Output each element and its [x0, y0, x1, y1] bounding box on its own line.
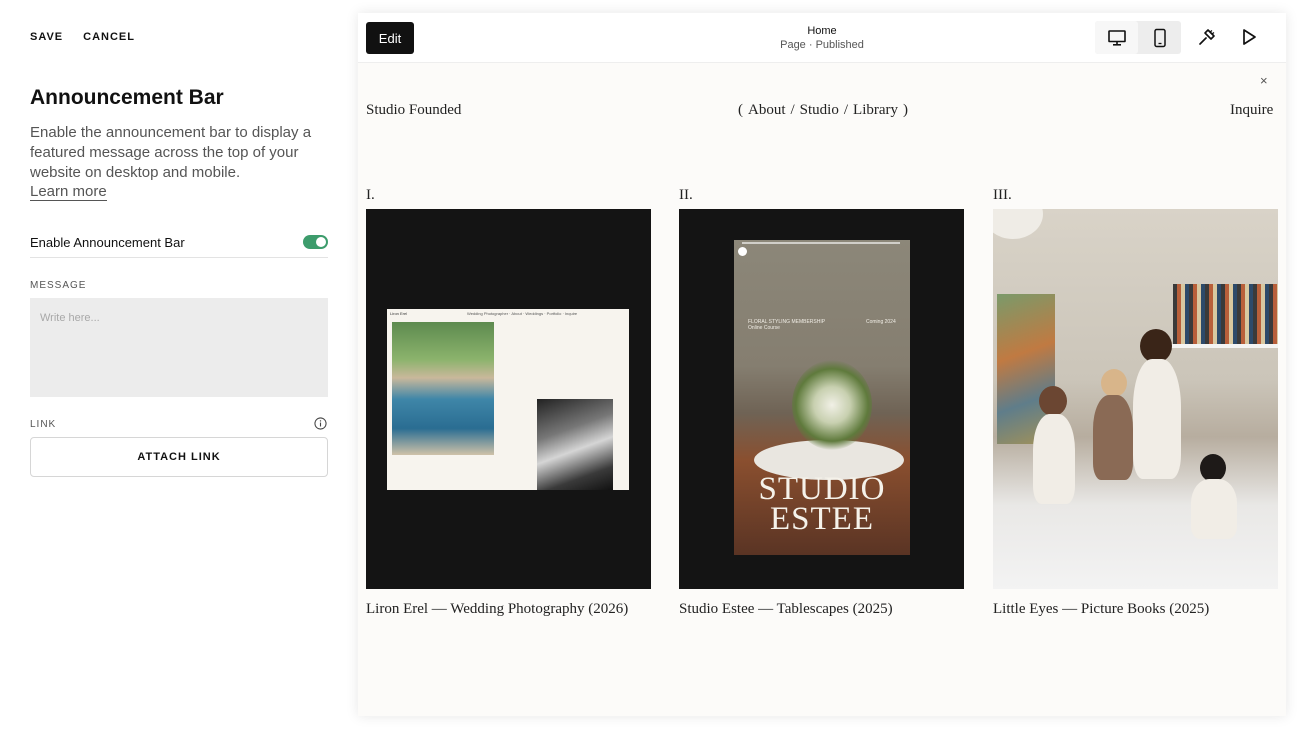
device-view-switch — [1095, 21, 1181, 54]
page-info: Home Page · Published — [722, 24, 922, 52]
nav-separator: / — [790, 102, 795, 118]
card-number: II. — [679, 187, 693, 203]
site-navigation: ( About / Studio / Library ) — [738, 102, 908, 119]
child-head — [1140, 329, 1172, 363]
project-image-2[interactable]: FLORAL STYLING MEMBERSHIP Online Course … — [679, 209, 964, 589]
child-figure — [1033, 414, 1075, 504]
website-screenshot: Liron Erel Wedding Photographer · About … — [387, 309, 629, 490]
image-title: STUDIO ESTEE — [734, 473, 910, 537]
card-number: III. — [993, 187, 1012, 203]
child-head — [1101, 369, 1127, 397]
page-name: Home — [807, 25, 837, 37]
card-caption[interactable]: Liron Erel — Wedding Photography (2026) — [366, 601, 651, 618]
child-figure — [1093, 395, 1133, 480]
progress-dot — [738, 247, 747, 256]
tablescape-photo: FLORAL STYLING MEMBERSHIP Online Course … — [734, 240, 910, 555]
mobile-icon — [1153, 28, 1166, 47]
announcement-close-icon[interactable]: × — [1260, 73, 1268, 88]
enable-announcement-row: Enable Announcement Bar — [30, 226, 328, 258]
enable-announcement-toggle[interactable] — [303, 235, 328, 249]
mobile-view-button[interactable] — [1138, 21, 1181, 54]
image-title-line-2: ESTEE — [770, 501, 874, 537]
progress-bar — [742, 242, 900, 244]
desktop-icon — [1107, 29, 1126, 46]
nav-link-library[interactable]: Library — [853, 102, 898, 119]
page-status: Page · Published — [780, 39, 864, 51]
panel-actions: SAVE CANCEL — [30, 31, 135, 43]
pool-photo — [392, 322, 494, 455]
flower-arrangement — [792, 360, 872, 450]
mini-course-label: FLORAL STYLING MEMBERSHIP Online Course — [748, 319, 826, 331]
enable-announcement-label: Enable Announcement Bar — [30, 235, 185, 250]
nav-close-paren: ) — [903, 102, 909, 118]
child-head — [1200, 454, 1226, 482]
nav-link-about[interactable]: About — [748, 102, 786, 119]
site-preview: Edit Home Page · Published × Studio Foun… — [358, 13, 1286, 716]
mini-site-logo: Liron Erel — [390, 311, 408, 316]
panel-description: Enable the announcement bar to display a… — [30, 124, 312, 181]
nav-link-inquire[interactable]: Inquire — [1230, 102, 1273, 119]
project-image-3[interactable] — [993, 209, 1278, 589]
toggle-knob — [316, 237, 326, 247]
site-logo[interactable]: Studio Founded — [366, 102, 461, 119]
editor-toolbar: Edit Home Page · Published — [358, 13, 1286, 63]
nav-open-paren: ( — [738, 102, 743, 118]
lamp-shape — [993, 209, 1043, 239]
preview-play-icon[interactable] — [1239, 27, 1259, 47]
design-brush-icon[interactable] — [1197, 27, 1217, 47]
nav-separator: / — [843, 102, 849, 118]
children-photo — [993, 209, 1278, 589]
nav-link-studio[interactable]: Studio — [800, 102, 839, 119]
cancel-button[interactable]: CANCEL — [83, 31, 135, 43]
save-button[interactable]: SAVE — [30, 31, 63, 43]
child-figure — [1191, 479, 1237, 539]
message-input[interactable] — [30, 298, 328, 397]
project-card-3: III. Little Eyes — Picture Books (2025) — [993, 185, 1278, 618]
bw-photo — [537, 399, 613, 490]
attach-link-button[interactable]: ATTACH LINK — [30, 437, 328, 477]
edit-button[interactable]: Edit — [366, 22, 414, 54]
child-figure — [1133, 359, 1181, 479]
panel-title: Announcement Bar — [30, 86, 224, 109]
learn-more-link[interactable]: Learn more — [30, 183, 107, 201]
bookshelf-shape — [1173, 284, 1278, 346]
project-image-1[interactable]: Liron Erel Wedding Photographer · About … — [366, 209, 651, 589]
link-label: LINK — [30, 419, 57, 430]
project-card-1: I. Liron Erel Wedding Photographer · Abo… — [366, 185, 651, 618]
child-head — [1039, 386, 1067, 416]
card-caption[interactable]: Little Eyes — Picture Books (2025) — [993, 601, 1278, 618]
mini-site-nav: Wedding Photographer · About · Weddings … — [467, 311, 578, 316]
mini-coming-label: Coming 2024 — [866, 319, 896, 325]
project-card-2: II. FLORAL STYLING MEMBERSHIP Online Cou… — [679, 185, 964, 618]
settings-panel: SAVE CANCEL Announcement Bar Enable the … — [0, 0, 358, 731]
info-icon[interactable] — [314, 417, 327, 430]
card-caption[interactable]: Studio Estee — Tablescapes (2025) — [679, 601, 964, 618]
card-number: I. — [366, 187, 375, 203]
message-label: MESSAGE — [30, 280, 87, 291]
desktop-view-button[interactable] — [1095, 21, 1138, 54]
